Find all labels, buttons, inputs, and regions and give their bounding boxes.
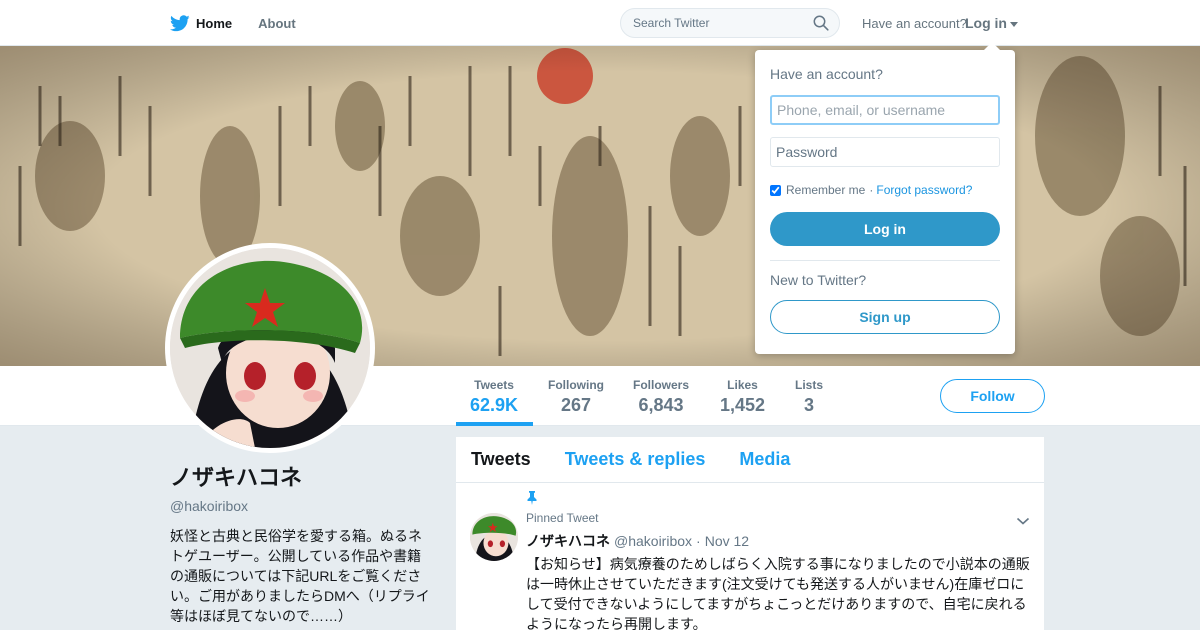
username-field[interactable]	[770, 95, 1000, 125]
tab-media[interactable]: Media	[739, 449, 790, 470]
nav-home[interactable]: Home	[170, 14, 233, 32]
remember-row: Remember me · Forgot password?	[770, 183, 972, 197]
tab-tweets[interactable]: Tweets	[471, 449, 531, 470]
stat-label: Lists	[795, 378, 824, 392]
tab-tweets-replies[interactable]: Tweets & replies	[565, 449, 706, 470]
remember-checkbox[interactable]	[770, 184, 781, 196]
stat-value: 3	[804, 395, 815, 415]
new-to-twitter-text: New to Twitter?	[770, 272, 867, 288]
profile-handle[interactable]: @hakoiribox	[170, 498, 432, 514]
nav-about-label: About	[258, 15, 296, 31]
nav-left: Home About	[170, 0, 322, 46]
nav-home-label: Home	[196, 15, 233, 31]
profile-name[interactable]: ノザキハコネ	[170, 460, 432, 492]
remember-separator: ·	[869, 183, 874, 197]
login-menu-button[interactable]: Log in	[965, 15, 1018, 31]
tweet-text: 【お知らせ】病気療養のためしばらく入院する事になりましたので小説本の通販は一時休…	[526, 556, 1030, 630]
tweet-date[interactable]: Nov 12	[705, 533, 749, 549]
profile-info: ノザキハコネ @hakoiribox 妖怪と古典と民俗学を愛する箱。ぬるネトゲユ…	[170, 460, 432, 626]
nav-about[interactable]: About	[258, 16, 296, 31]
dropdown-arrow	[984, 42, 1000, 50]
stat-tweets[interactable]: Tweets 62.9K	[470, 378, 518, 416]
chevron-down-icon[interactable]	[1016, 516, 1030, 526]
dropdown-title: Have an account?	[770, 66, 883, 82]
remember-label[interactable]: Remember me	[786, 183, 865, 197]
active-stat-underline	[456, 422, 533, 426]
follow-button[interactable]: Follow	[940, 379, 1045, 413]
dropdown-divider	[770, 260, 1000, 261]
stat-likes[interactable]: Likes 1,452	[720, 378, 765, 416]
caret-down-icon	[1010, 21, 1018, 27]
tweet-header: ノザキハコネ @hakoiribox · Nov 12	[526, 531, 1029, 551]
pinned-tweet[interactable]: Pinned Tweet ノザキハコネ @hakoiribox · Nov 12…	[456, 483, 1044, 630]
password-field[interactable]	[770, 137, 1000, 167]
stat-following[interactable]: Following 267	[548, 378, 604, 416]
tweet-avatar[interactable]	[470, 513, 518, 561]
stat-value: 1,452	[720, 395, 766, 415]
login-menu-label: Log in	[965, 15, 1007, 31]
login-dropdown: Have an account? Remember me · Forgot pa…	[755, 42, 1015, 354]
avatar-image	[170, 248, 370, 448]
twitter-bird-icon	[170, 14, 190, 31]
stat-value: 62.9K	[470, 395, 519, 415]
tweet-author-handle[interactable]: @hakoiribox	[614, 533, 692, 549]
signup-button[interactable]: Sign up	[770, 300, 1000, 334]
top-navigation-bar: Home About Have an account? Log in	[0, 0, 1200, 46]
pin-icon	[527, 491, 537, 505]
have-account-text: Have an account?	[862, 16, 967, 31]
pinned-label: Pinned Tweet	[526, 511, 599, 525]
forgot-password-link[interactable]: Forgot password?	[876, 183, 972, 197]
stat-label: Tweets	[474, 378, 514, 392]
search-box	[620, 8, 840, 38]
stat-label: Following	[548, 378, 604, 392]
profile-avatar[interactable]	[165, 243, 375, 453]
stat-followers[interactable]: Followers 6,843	[633, 378, 689, 416]
timeline-tabs: Tweets Tweets & replies Media	[456, 437, 1044, 483]
tweet-author-name[interactable]: ノザキハコネ	[526, 531, 610, 551]
stat-lists[interactable]: Lists 3	[795, 378, 823, 416]
search-icon[interactable]	[813, 15, 829, 31]
stat-label: Likes	[727, 378, 758, 392]
search-input[interactable]	[621, 9, 801, 37]
profile-bio: 妖怪と古典と民俗学を愛する箱。ぬるネトゲユーザー。公開している作品や書籍の通販に…	[170, 528, 430, 624]
stat-label: Followers	[633, 378, 690, 392]
stat-value: 6,843	[638, 395, 684, 415]
login-button[interactable]: Log in	[770, 212, 1000, 246]
tweet-dot: ·	[696, 533, 701, 549]
timeline: Tweets Tweets & replies Media Pinned Twe…	[456, 437, 1044, 630]
stat-value: 267	[560, 395, 592, 415]
